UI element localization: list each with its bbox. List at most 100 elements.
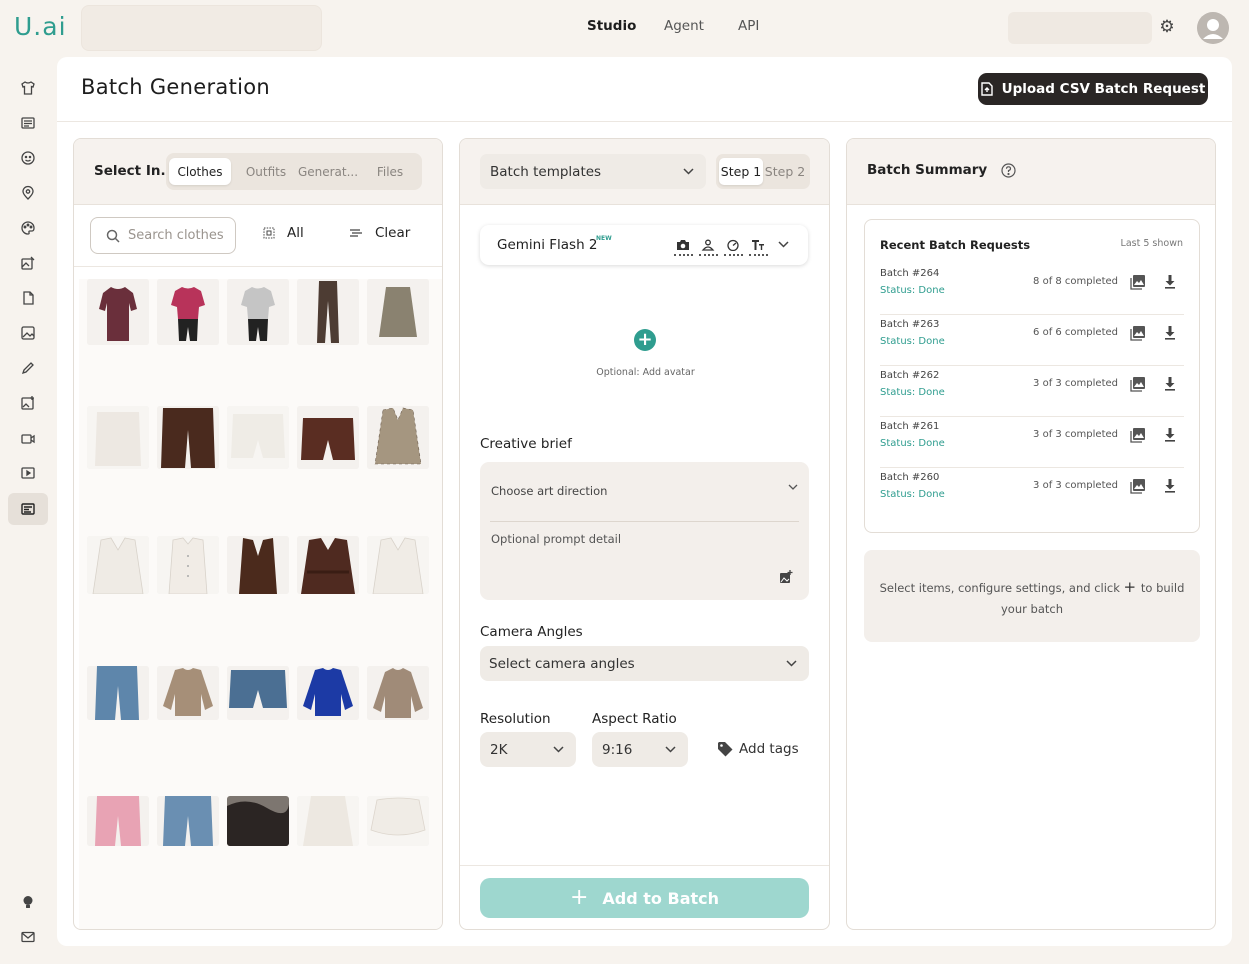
image-icon[interactable] xyxy=(18,323,38,343)
nav-api[interactable]: API xyxy=(738,18,759,34)
batch-row[interactable]: Batch #264 Status: Done 8 of 8 completed xyxy=(880,264,1184,315)
clothing-item[interactable] xyxy=(297,536,359,594)
nav-studio[interactable]: Studio xyxy=(587,18,636,34)
clothing-item[interactable] xyxy=(227,796,289,846)
batch-row[interactable]: Batch #261 Status: Done 3 of 3 completed xyxy=(880,417,1184,468)
aspect-ratio-select[interactable]: 9:16 xyxy=(592,732,688,767)
image-edit-icon[interactable] xyxy=(18,253,38,273)
add-avatar-button[interactable]: + xyxy=(634,329,656,351)
download-icon[interactable] xyxy=(1162,427,1178,443)
gallery-icon[interactable] xyxy=(1130,325,1146,341)
clothing-item[interactable] xyxy=(367,666,429,720)
face-icon[interactable] xyxy=(18,148,38,168)
text-size-icon[interactable] xyxy=(749,236,768,256)
catalog-icon[interactable] xyxy=(18,113,38,133)
workspace-selector[interactable] xyxy=(81,5,322,51)
help-icon[interactable] xyxy=(1001,162,1016,178)
gallery-icon[interactable] xyxy=(1130,427,1146,443)
shirt-icon[interactable] xyxy=(18,78,38,98)
credits-display[interactable] xyxy=(1008,12,1152,44)
palette-icon[interactable] xyxy=(18,218,38,238)
clothing-item[interactable] xyxy=(227,536,289,594)
batch-row[interactable]: Batch #262 Status: Done 3 of 3 completed xyxy=(880,366,1184,417)
download-icon[interactable] xyxy=(1162,478,1178,494)
step-1-tab[interactable]: Step 1 xyxy=(719,158,763,185)
clothing-item[interactable] xyxy=(367,536,429,594)
clothing-item[interactable] xyxy=(157,279,219,345)
download-icon[interactable] xyxy=(1162,325,1178,341)
avatar[interactable] xyxy=(1197,12,1229,44)
batch-row[interactable]: Batch #260 Status: Done 3 of 3 completed xyxy=(880,468,1184,519)
tab-files[interactable]: Files xyxy=(359,158,421,185)
clothing-item[interactable] xyxy=(87,279,149,345)
tab-clothes[interactable]: Clothes xyxy=(169,158,231,185)
gear-icon[interactable]: ⚙ xyxy=(1158,18,1176,36)
clothing-item[interactable] xyxy=(297,406,359,469)
clothing-item[interactable] xyxy=(297,666,359,720)
gallery-icon[interactable] xyxy=(1130,376,1146,392)
clothing-item[interactable] xyxy=(227,279,289,345)
play-icon[interactable] xyxy=(18,463,38,483)
clothing-item[interactable] xyxy=(367,279,429,345)
add-to-batch-label: Add to Batch xyxy=(602,888,720,908)
document-icon[interactable] xyxy=(18,288,38,308)
brand-logo[interactable]: U.ai xyxy=(14,12,67,41)
nav-agent[interactable]: Agent xyxy=(664,18,704,34)
image-add-icon[interactable] xyxy=(779,570,793,584)
clothing-item[interactable] xyxy=(157,406,219,469)
mail-icon[interactable] xyxy=(18,927,38,947)
clothing-item[interactable] xyxy=(87,666,149,720)
download-icon[interactable] xyxy=(1162,274,1178,290)
batch-templates-select[interactable]: Batch templates xyxy=(480,154,706,189)
select-all-button[interactable]: All xyxy=(263,225,304,241)
clothing-item[interactable] xyxy=(157,796,219,846)
clothing-item[interactable] xyxy=(297,279,359,345)
page-title: Batch Generation xyxy=(81,75,270,99)
clothing-item[interactable] xyxy=(87,536,149,594)
upload-csv-button[interactable]: Upload CSV Batch Request xyxy=(978,73,1208,105)
clothing-item[interactable] xyxy=(367,406,429,469)
search-clothes-input[interactable]: Search clothes xyxy=(90,217,236,254)
configuration-panel: Batch templates Step 1 Step 2 Gemini Fla… xyxy=(459,138,830,930)
batch-icon[interactable] xyxy=(18,499,38,519)
clothing-item[interactable] xyxy=(87,796,149,846)
add-tags-button[interactable]: Add tags xyxy=(717,741,799,757)
clothing-item[interactable] xyxy=(157,666,219,720)
prompt-detail-input[interactable]: Optional prompt detail xyxy=(491,532,621,546)
clothing-item[interactable] xyxy=(87,406,149,469)
clothing-item[interactable] xyxy=(157,536,219,594)
gallery-icon[interactable] xyxy=(1130,478,1146,494)
image-add-icon[interactable] xyxy=(18,393,38,413)
location-icon[interactable] xyxy=(18,183,38,203)
clear-button[interactable]: Clear xyxy=(349,225,410,241)
clothing-item[interactable] xyxy=(227,666,289,720)
pencil-icon[interactable] xyxy=(18,358,38,378)
recent-batches-title: Recent Batch Requests xyxy=(880,238,1031,252)
clothing-item[interactable] xyxy=(227,406,289,469)
gallery-icon[interactable] xyxy=(1130,274,1146,290)
chevron-down-icon[interactable] xyxy=(778,241,789,248)
step-2-tab[interactable]: Step 2 xyxy=(763,158,807,185)
batch-summary-title: Batch Summary xyxy=(867,162,1016,178)
speed-icon[interactable] xyxy=(724,236,743,256)
model-selector[interactable]: Gemini Flash 2 NEW xyxy=(480,225,808,265)
tab-generated[interactable]: Generat... xyxy=(297,158,359,185)
art-direction-label: Choose art direction xyxy=(491,484,608,498)
clothing-item[interactable] xyxy=(297,796,359,846)
video-icon[interactable] xyxy=(18,428,38,448)
art-direction-select[interactable]: Choose art direction xyxy=(491,484,798,498)
camera-angles-select[interactable]: Select camera angles xyxy=(480,646,809,681)
person-icon[interactable] xyxy=(699,236,718,256)
batch-row[interactable]: Batch #263 Status: Done 6 of 6 completed xyxy=(880,315,1184,366)
divider xyxy=(460,865,829,866)
resolution-select[interactable]: 2K xyxy=(480,732,576,767)
clothes-grid xyxy=(79,279,442,929)
clothing-item[interactable] xyxy=(367,796,429,846)
camera-angles-label: Camera Angles xyxy=(480,624,583,640)
camera-icon[interactable] xyxy=(674,236,693,256)
tab-outfits[interactable]: Outfits xyxy=(235,158,297,185)
download-icon[interactable] xyxy=(1162,376,1178,392)
batch-count: 6 of 6 completed xyxy=(1033,327,1118,338)
add-to-batch-button[interactable]: + Add to Batch xyxy=(480,878,809,918)
lightbulb-icon[interactable] xyxy=(18,892,38,912)
